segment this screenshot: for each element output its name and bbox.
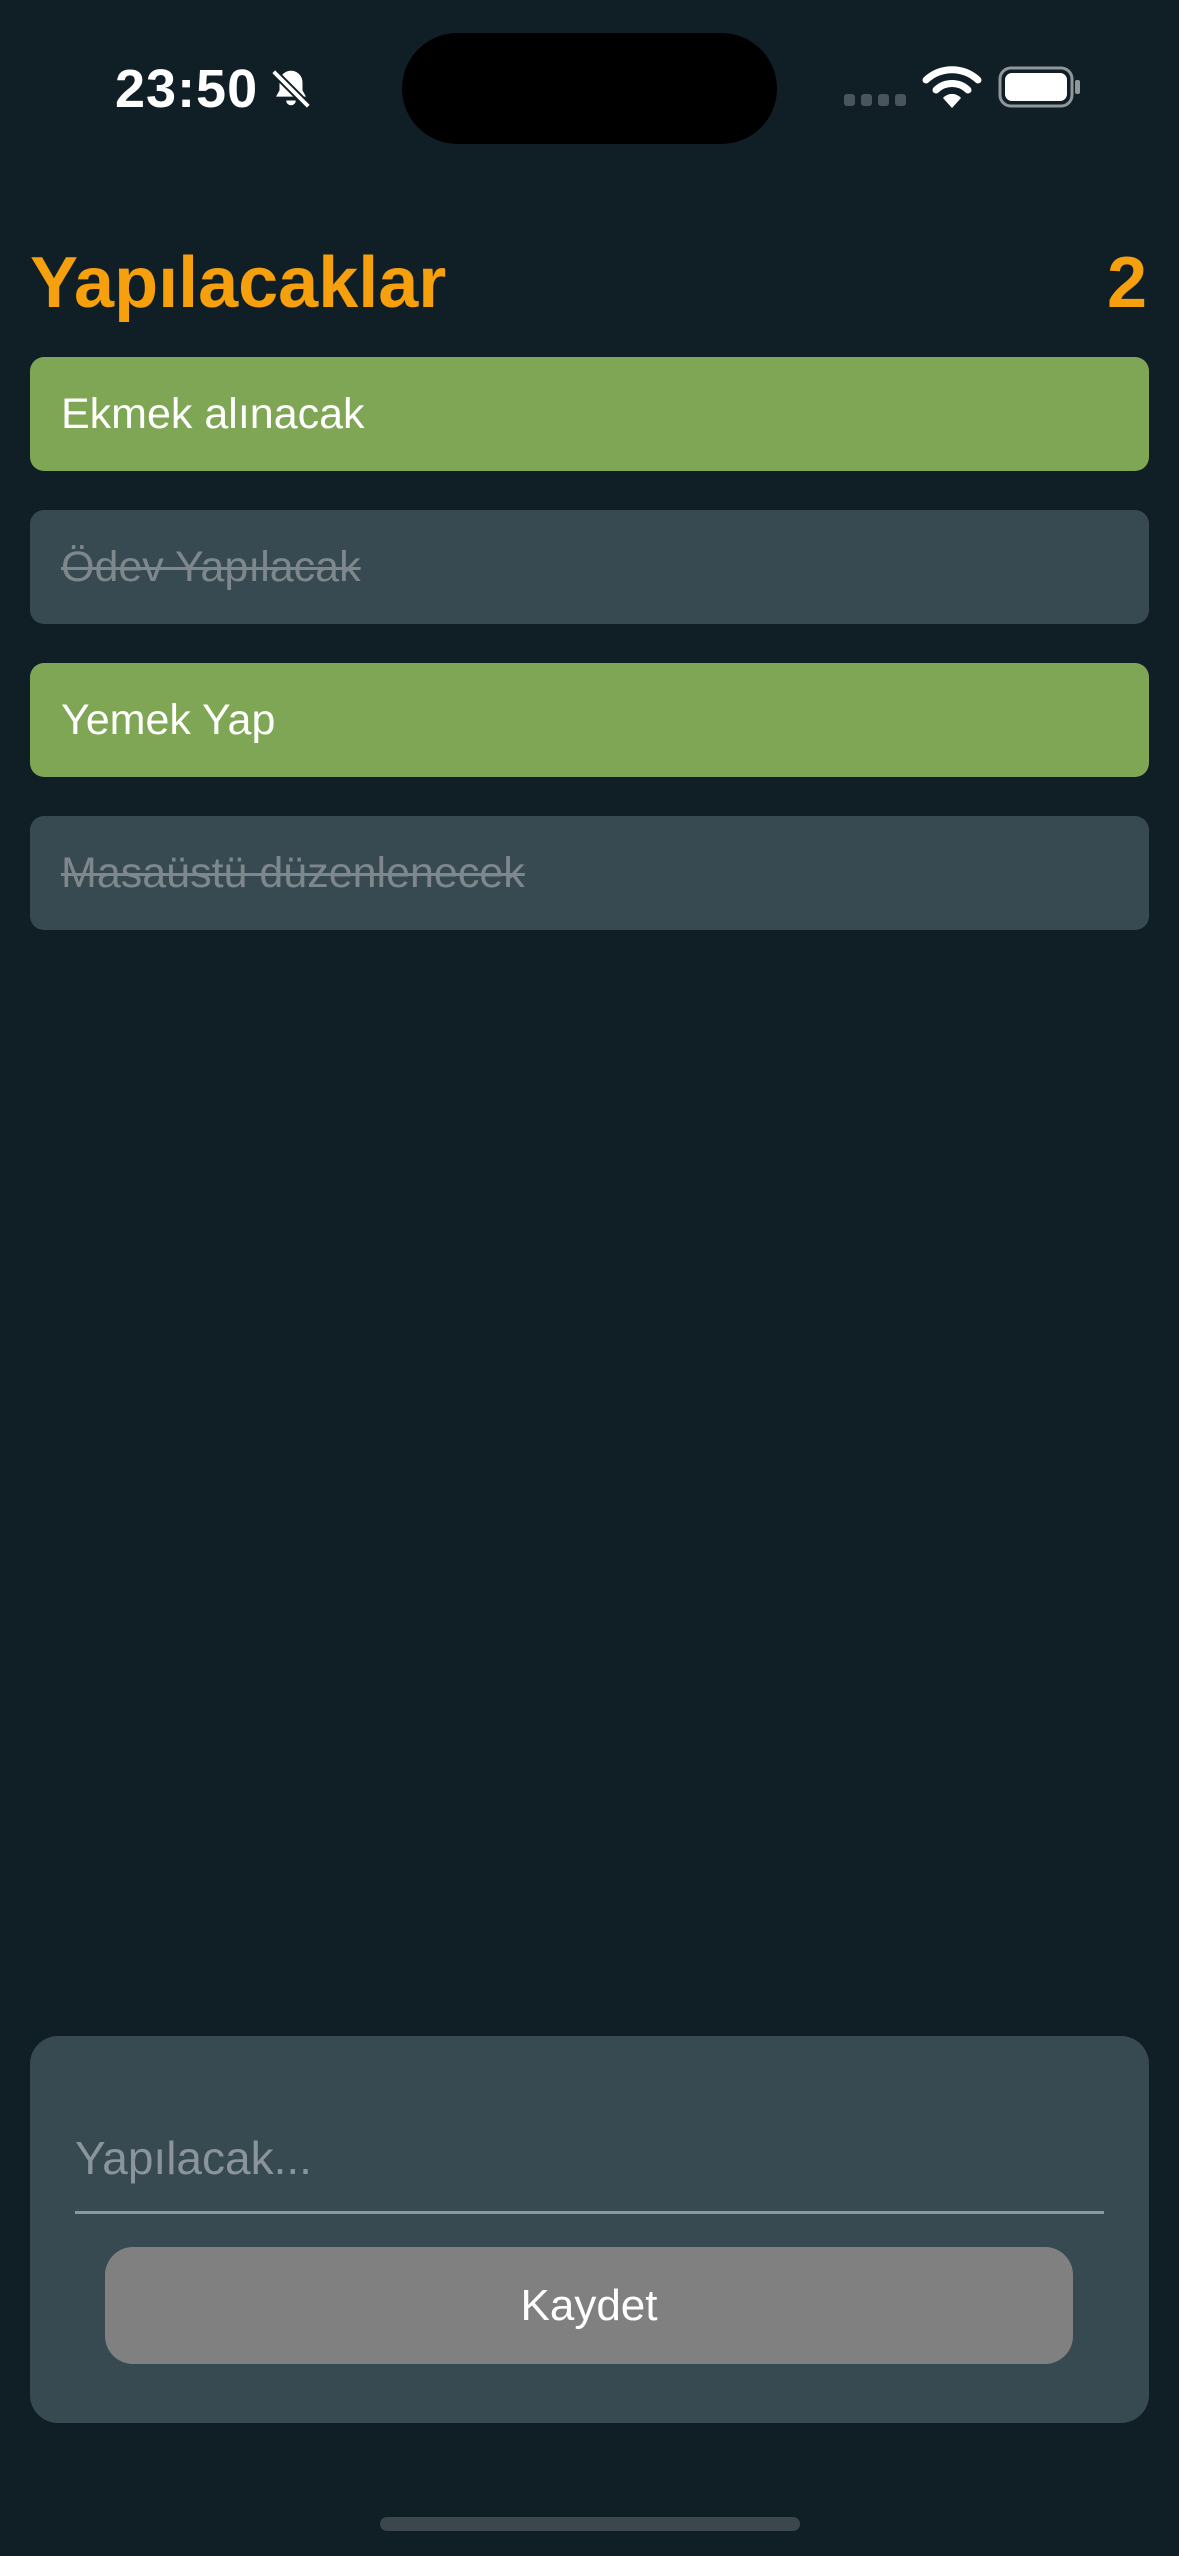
pending-count: 2 — [1106, 243, 1147, 323]
home-indicator — [380, 2517, 800, 2531]
page-title: Yapılacaklar — [30, 243, 447, 323]
status-time: 23:50 — [115, 59, 259, 119]
bell-slash-icon — [271, 69, 311, 109]
todo-list: Ekmek alınacak Ödev Yapılacak Yemek Yap … — [30, 357, 1149, 969]
dynamic-island — [402, 33, 777, 144]
todo-item[interactable]: Yemek Yap — [30, 663, 1149, 777]
todo-item[interactable]: Ekmek alınacak — [30, 357, 1149, 471]
add-todo-form: Kaydet — [30, 2036, 1149, 2423]
cellular-signal-icon — [844, 94, 906, 106]
todo-input[interactable] — [75, 2104, 1104, 2214]
save-button[interactable]: Kaydet — [105, 2247, 1073, 2364]
todo-item[interactable]: Ödev Yapılacak — [30, 510, 1149, 624]
battery-icon — [998, 66, 1080, 108]
todo-item[interactable]: Masaüstü düzenlenecek — [30, 816, 1149, 930]
wifi-icon — [922, 66, 982, 108]
